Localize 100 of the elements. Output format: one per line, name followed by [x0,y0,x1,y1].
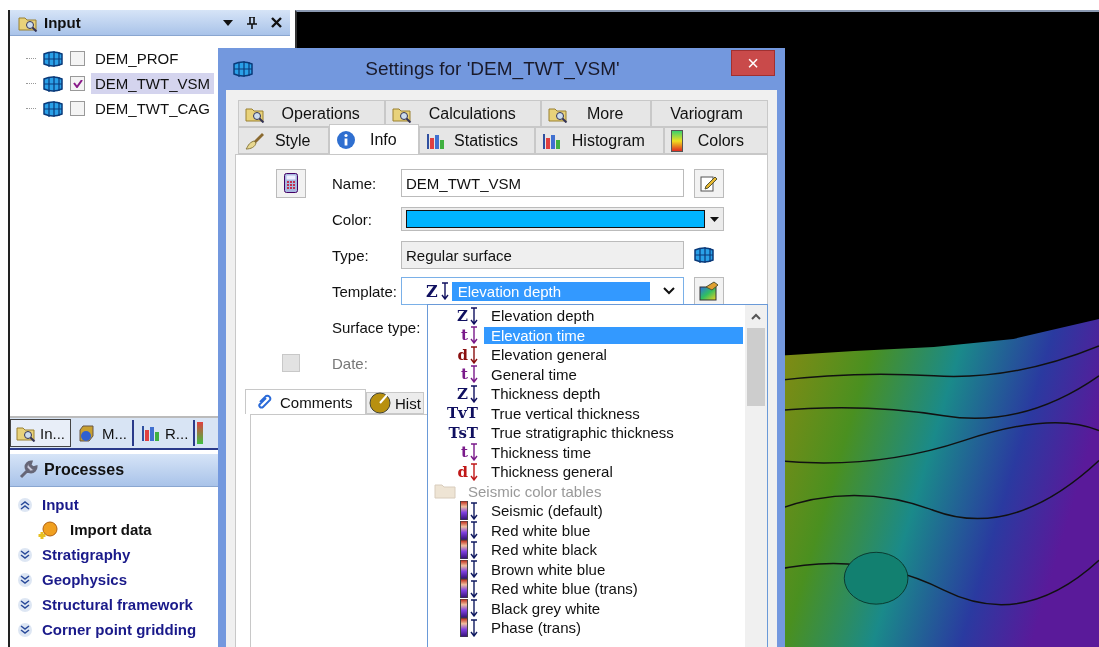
process-group[interactable]: Corner point gridding [42,621,197,638]
calculator-icon [284,173,298,193]
expand-chevron-icon[interactable] [18,572,32,587]
list-item[interactable]: Black grey white [484,599,608,617]
panel-title: Input [44,14,81,31]
list-item[interactable]: Red white blue (trans) [484,580,645,598]
panel-tab[interactable]: M... [73,420,134,446]
field-label: Date: [331,354,368,372]
list-item[interactable]: Red white black [484,541,604,559]
surface-grid-icon [42,74,64,93]
tree-item[interactable]: DEM_PROF [91,48,183,69]
checkbox[interactable] [70,51,85,66]
surface-grid-icon [42,49,64,68]
expand-chevron-icon[interactable] [18,597,32,612]
list-item[interactable]: Thickness depth [484,385,608,403]
field-label: Name: [331,174,377,192]
name-field[interactable]: DEM_TWT_VSM [401,169,684,197]
tab[interactable]: Info [329,124,420,154]
template-symbol: t [461,326,468,345]
edit-button[interactable] [694,168,724,198]
scrollbar[interactable] [745,305,767,647]
tree-item[interactable]: DEM_TWT_CAG [91,98,214,119]
expand-chevron-icon[interactable] [18,547,32,562]
chevron-down-icon [663,287,675,295]
brush-icon [245,131,265,150]
field-label: Type: [331,246,369,264]
chevron-up-icon[interactable] [751,313,761,320]
folder-icon [434,483,456,500]
surface-grid-icon [42,99,64,118]
template-symbol: d [457,345,468,364]
tab[interactable]: Colors [663,127,768,154]
close-button[interactable]: × [731,50,775,76]
tab[interactable]: Calculations [385,100,542,127]
list-item[interactable]: Elevation general [484,346,614,364]
list-item[interactable]: Thickness general [484,463,620,481]
collapse-chevron-icon[interactable] [18,497,32,512]
list-item[interactable]: Red white blue [484,521,598,539]
template-symbol: d [457,462,468,481]
checkbox[interactable] [70,101,85,116]
bar-chart-icon [426,131,447,150]
list-item[interactable]: Brown white blue [484,560,613,578]
process-group[interactable]: Input [42,496,79,513]
checkbox[interactable] [70,76,85,91]
color-table-icon [698,281,720,301]
field-label: Surface type: [331,318,421,336]
tab[interactable]: Style [238,127,330,154]
tab[interactable]: Variogram [651,100,768,127]
clock-icon [369,392,391,414]
color-gradient-icon [670,129,683,152]
list-item[interactable]: True stratigraphic thickness [484,424,681,442]
process-item[interactable]: Import data [70,521,152,538]
wrench-icon [18,460,38,480]
tab[interactable]: Histogram [534,127,664,154]
caret-icon[interactable] [223,19,233,26]
scrollbar-thumb[interactable] [747,328,765,406]
tab[interactable]: Operations [238,100,386,127]
tab[interactable]: More [541,100,652,127]
process-group[interactable]: Structural framework [42,596,193,613]
surface-grid-icon [232,60,254,78]
list-item[interactable]: True vertical thickness [484,404,647,422]
template-symbol: t [461,443,468,462]
type-field: Regular surface [401,241,684,269]
panel-tab[interactable]: In... [10,419,71,447]
dialog-title: Settings for 'DEM_TWT_VSM' [364,58,621,80]
vertical-arrow-icon [440,282,449,300]
process-group[interactable]: Geophysics [42,571,128,588]
bar-chart-icon [541,131,562,150]
pin-icon[interactable] [247,16,257,29]
paperclip-icon [256,393,272,411]
expand-chevron-icon[interactable] [18,622,32,637]
template-dropdown[interactable]: Z Elevation depth [401,277,684,305]
import-icon [38,519,58,540]
caret-icon [710,216,719,222]
template-symbol: Z [457,306,468,325]
bar-chart-icon [141,424,161,442]
tab[interactable]: Comments [245,389,366,414]
template-settings-button[interactable] [694,276,724,306]
template-symbol: TvT [446,404,478,423]
tab[interactable]: Hist [366,392,424,414]
list-item[interactable]: General time [484,365,584,383]
edit-icon [700,174,718,192]
template-symbol: Z [457,384,468,403]
template-symbol: TsT [448,423,478,442]
list-item[interactable]: Phase (trans) [484,619,589,637]
surface-grid-icon [693,246,715,264]
panel-tab[interactable]: R... [136,420,196,446]
tree-item[interactable]: DEM_TWT_VSM [91,73,214,94]
process-group[interactable]: Stratigraphy [42,546,131,563]
list-item[interactable]: Thickness time [484,443,599,461]
list-item[interactable]: Elevation depth [484,307,602,325]
partial-tab[interactable] [197,422,204,444]
calculator-button[interactable] [276,168,306,198]
color-picker[interactable] [401,207,724,231]
folder-search-icon [16,424,36,442]
list-item[interactable]: Seismic (default) [484,502,610,520]
panel-title: Processes [44,461,125,479]
close-icon[interactable] [271,17,282,28]
tab[interactable]: Statistics [419,127,535,154]
template-symbol: t [461,365,468,384]
field-label: Color: [331,210,372,228]
